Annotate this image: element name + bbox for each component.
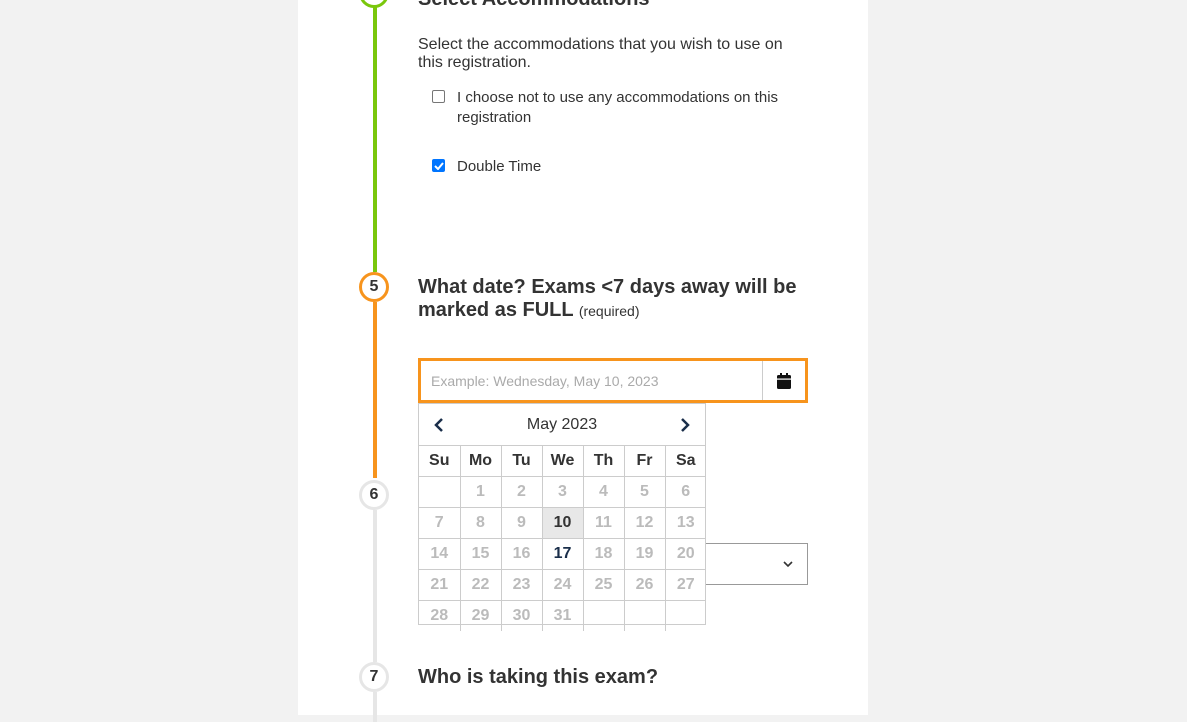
calendar-day-empty: [582, 600, 625, 631]
double-time-checkbox[interactable]: [432, 159, 445, 172]
calendar-day-empty: [623, 600, 666, 631]
step-7-title: Who is taking this exam?: [418, 666, 659, 688]
progress-line-active: [373, 302, 377, 478]
step-5-title: What date? Exams <7 days away will be ma…: [418, 276, 818, 323]
progress-line-pending: [373, 510, 377, 662]
calendar-day: 1: [459, 476, 502, 508]
progress-line-pending: [373, 692, 377, 722]
double-time-label[interactable]: Double Time: [457, 157, 541, 177]
calendar-day: 20: [664, 538, 706, 570]
calendar-header: May 2023: [419, 404, 705, 446]
date-picker-calendar: May 2023 Su Mo Tu We Th Fr Sa 1 2 3 4 5 …: [418, 403, 706, 631]
calendar-day: 18: [582, 538, 625, 570]
chevron-left-icon[interactable]: [431, 417, 447, 433]
calendar-day: 13: [664, 507, 706, 539]
calendar-day: 29: [459, 600, 502, 631]
weekday-header: Th: [582, 446, 625, 477]
calendar-day: 6: [664, 476, 706, 508]
calendar-day: 28: [419, 600, 461, 631]
no-accommodations-option[interactable]: I choose not to use any accommodations o…: [432, 88, 812, 128]
calendar-month-title: May 2023: [526, 415, 598, 433]
calendar-day: 15: [459, 538, 502, 570]
calendar-week: 21 22 23 24 25 26 27: [419, 569, 706, 601]
calendar-day-empty: [419, 476, 461, 508]
calendar-day: 4: [582, 476, 625, 508]
calendar-week: 1 2 3 4 5 6: [419, 476, 706, 508]
calendar-day: 3: [541, 476, 584, 508]
calendar-day: 30: [500, 600, 543, 631]
calendar-day: 27: [664, 569, 706, 601]
calendar-week: 14 15 16 17 18 19 20: [419, 538, 706, 570]
weekday-header: Mo: [459, 446, 502, 477]
calendar-day: 7: [419, 507, 461, 539]
weekday-header: Su: [419, 446, 461, 477]
step-6-marker: 6: [359, 480, 389, 510]
calendar-week: 7 8 9 10 11 12 13: [419, 507, 706, 539]
step-7-marker: 7: [359, 662, 389, 692]
calendar-day: 16: [500, 538, 543, 570]
calendar-day: 31: [541, 600, 584, 631]
calendar-grid: Su Mo Tu We Th Fr Sa 1 2 3 4 5 6 7 8 9 1…: [419, 446, 706, 631]
weekday-header: Tu: [500, 446, 543, 477]
double-time-option[interactable]: Double Time: [432, 157, 541, 177]
calendar-icon: [777, 372, 791, 389]
calendar-button[interactable]: [762, 361, 805, 400]
calendar-day: 24: [541, 569, 584, 601]
chevron-right-icon[interactable]: [677, 417, 693, 433]
step-5-marker: 5: [359, 272, 389, 302]
calendar-day: 25: [582, 569, 625, 601]
calendar-day: 2: [500, 476, 543, 508]
no-accommodations-label[interactable]: I choose not to use any accommodations o…: [457, 88, 812, 128]
calendar-day: 11: [582, 507, 625, 539]
calendar-day: 23: [500, 569, 543, 601]
exam-date-picker[interactable]: Example: Wednesday, May 10, 2023: [418, 358, 808, 403]
step-6-select[interactable]: [705, 543, 808, 585]
calendar-day-empty: [664, 600, 706, 631]
required-label: (required): [578, 303, 640, 319]
progress-line-completed: [373, 0, 377, 272]
calendar-day-selected[interactable]: 10: [541, 507, 584, 539]
chevron-down-icon: [783, 561, 793, 568]
calendar-day: 12: [623, 507, 666, 539]
calendar-day: 8: [459, 507, 502, 539]
no-accommodations-checkbox[interactable]: [432, 90, 445, 103]
calendar-day: 9: [500, 507, 543, 539]
calendar-day: 22: [459, 569, 502, 601]
calendar-day: 26: [623, 569, 666, 601]
accommodations-description: Select the accommodations that you wish …: [418, 36, 783, 71]
weekday-row: Su Mo Tu We Th Fr Sa: [419, 446, 706, 477]
calendar-week: 28 29 30 31: [419, 600, 706, 631]
calendar-day: 21: [419, 569, 461, 601]
weekday-header: Sa: [664, 446, 706, 477]
calendar-day-available[interactable]: 17: [541, 538, 584, 570]
calendar-day: 19: [623, 538, 666, 570]
step-4-title: Select Accommodations: [418, 0, 650, 11]
calendar-day: 5: [623, 476, 666, 508]
weekday-header: We: [541, 446, 584, 477]
calendar-day: 14: [419, 538, 461, 570]
weekday-header: Fr: [623, 446, 666, 477]
exam-date-input[interactable]: Example: Wednesday, May 10, 2023: [421, 361, 762, 400]
